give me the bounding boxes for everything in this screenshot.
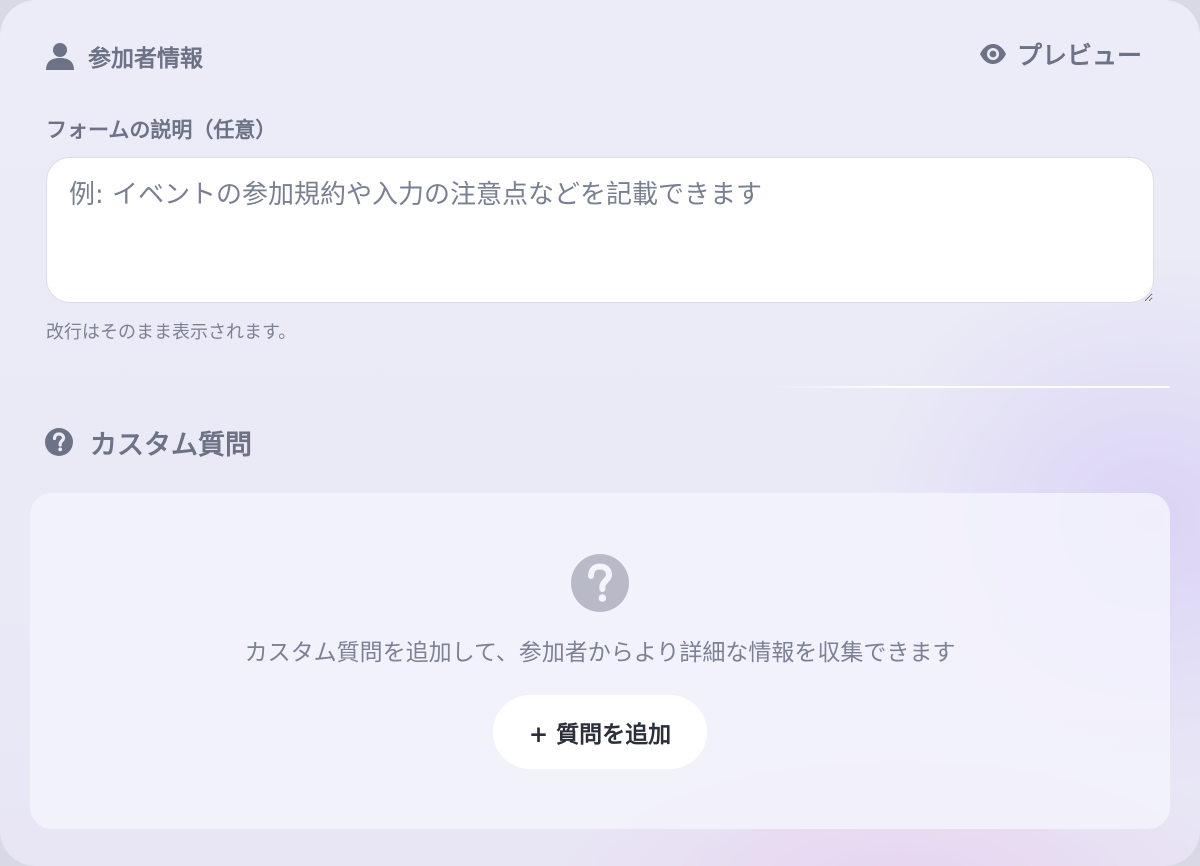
custom-questions-empty-state: カスタム質問を追加して、参加者からより詳細な情報を収集できます + 質問を追加	[30, 493, 1170, 829]
preview-button[interactable]: プレビュー	[979, 36, 1142, 72]
participant-section-header: 参加者情報	[44, 38, 203, 74]
form-description-label: フォームの説明（任意）	[46, 118, 277, 142]
section-divider	[775, 386, 1170, 388]
question-circle-icon	[45, 428, 73, 456]
eye-icon	[979, 44, 1006, 64]
add-question-button[interactable]: + 質問を追加	[493, 695, 707, 769]
form-description-textarea[interactable]	[46, 157, 1154, 303]
participant-section-title: 参加者情報	[88, 46, 203, 72]
custom-questions-header: カスタム質問	[44, 422, 252, 462]
participant-form-card: 参加者情報 プレビュー フォームの説明（任意） 改行はそのまま表示されます。 カ…	[0, 0, 1200, 866]
user-icon	[46, 43, 74, 70]
custom-questions-title: カスタム質問	[90, 429, 252, 461]
form-description-helper: 改行はそのまま表示されます。	[46, 322, 297, 343]
question-circle-icon	[571, 554, 629, 612]
empty-state-message: カスタム質問を追加して、参加者からより詳細な情報を収集できます	[244, 640, 956, 666]
preview-label: プレビュー	[1016, 41, 1142, 70]
